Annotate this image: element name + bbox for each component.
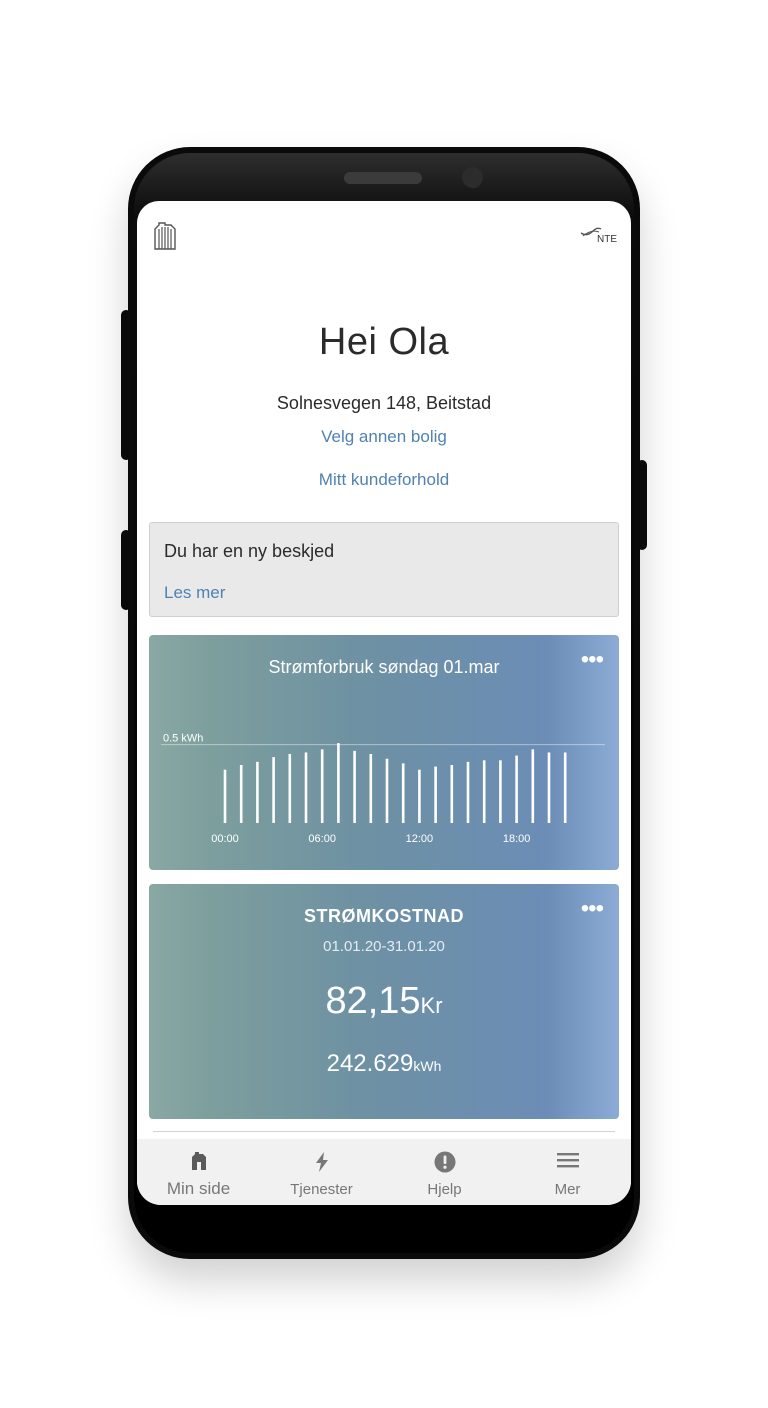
chart-bar <box>256 761 259 823</box>
chart-bar <box>353 750 356 823</box>
usage-card-title: Strømforbruk søndag 01.mar <box>268 657 500 677</box>
chart-bar <box>369 754 373 823</box>
customer-relationship-link[interactable]: Mitt kundeforhold <box>137 470 631 490</box>
chart-bar <box>337 743 340 823</box>
cost-energy-unit: kWh <box>413 1058 442 1074</box>
reference-line-label: 0.5 kWh <box>163 733 203 745</box>
nav-label-min-side: Min side <box>166 1179 231 1198</box>
chart-bar <box>482 760 486 823</box>
content-divider <box>153 1131 615 1132</box>
nav-label-hjelp: Hjelp <box>427 1181 462 1198</box>
more-options-icon[interactable]: ••• <box>581 648 604 672</box>
chart-bar <box>466 761 470 823</box>
chart-bar <box>418 769 421 823</box>
bottom-navigation: Min side Tjenester Hjelp Mer <box>137 1139 631 1205</box>
cost-amount-value: 82,15 <box>325 980 421 1022</box>
chart-bar <box>499 760 502 823</box>
chart-bar <box>272 757 275 823</box>
message-card[interactable]: Du har en ny beskjed Les mer <box>149 522 619 617</box>
cost-amount: 82,15Kr <box>149 980 619 1023</box>
chart-bar <box>320 749 324 823</box>
chart-bar <box>450 765 454 823</box>
chart-bar <box>434 766 437 823</box>
x-tick-label: 06:00 <box>308 833 336 845</box>
phone-camera <box>462 167 483 188</box>
chart-bar <box>223 769 227 823</box>
chart-bar <box>515 755 518 823</box>
usage-chart-card[interactable]: 0.5 kWh 00:00 06:00 12:00 18:00 Strømforbruk… <box>149 635 619 870</box>
nte-logo: NTE <box>579 223 621 250</box>
cost-amount-unit: Kr <box>420 993 443 1018</box>
chart-bar <box>385 758 389 823</box>
cost-energy: 242.629kWh <box>149 1050 619 1078</box>
chart-bar <box>531 749 535 823</box>
menu-icon <box>556 1153 579 1168</box>
cost-date-range: 01.01.20-31.01.20 <box>323 938 445 955</box>
app-screen: NTE Hei Ola Solnesvegen 148, Beitstad Ve… <box>137 201 631 1205</box>
nav-label-mer: Mer <box>554 1181 581 1198</box>
read-more-link[interactable]: Les mer <box>164 583 225 603</box>
cost-card[interactable]: STRØMKOSTNAD ••• 01.01.20-31.01.20 82,15… <box>149 884 619 1119</box>
nav-item-tjenester[interactable]: Tjenester <box>260 1139 383 1205</box>
chart-bar <box>288 754 292 823</box>
alert-icon <box>434 1151 455 1173</box>
phone-frame: NTE Hei Ola Solnesvegen 148, Beitstad Ve… <box>128 147 640 1259</box>
nav-label-tjenester: Tjenester <box>290 1181 353 1198</box>
cost-card-title: STRØMKOSTNAD <box>304 906 464 926</box>
chart-bar <box>547 752 551 823</box>
cost-energy-value: 242.629 <box>326 1050 414 1077</box>
greeting-title: Hei Ola <box>318 321 450 363</box>
nav-item-hjelp[interactable]: Hjelp <box>383 1139 506 1205</box>
chart-bar <box>304 752 308 823</box>
svg-text:NTE: NTE <box>597 234 617 245</box>
x-tick-label: 12:00 <box>406 833 434 845</box>
x-tick-label: 00:00 <box>211 833 239 845</box>
nav-item-mer[interactable]: Mer <box>506 1139 629 1205</box>
chart-bar <box>401 763 405 823</box>
change-home-link[interactable]: Velg annen bolig <box>137 427 631 447</box>
chart-bar <box>563 752 567 823</box>
chart-bar <box>239 765 243 823</box>
address-text: Solnesvegen 148, Beitstad <box>276 393 492 413</box>
building-logo-icon <box>153 221 177 256</box>
cost-more-options-icon[interactable]: ••• <box>581 897 604 921</box>
lightning-icon <box>315 1152 328 1172</box>
home-icon <box>191 1152 206 1170</box>
x-tick-label: 18:00 <box>503 833 531 845</box>
message-title: Du har en ny beskjed <box>164 541 335 561</box>
nav-item-min-side[interactable]: Min side <box>137 1139 260 1205</box>
phone-speaker <box>344 172 422 184</box>
